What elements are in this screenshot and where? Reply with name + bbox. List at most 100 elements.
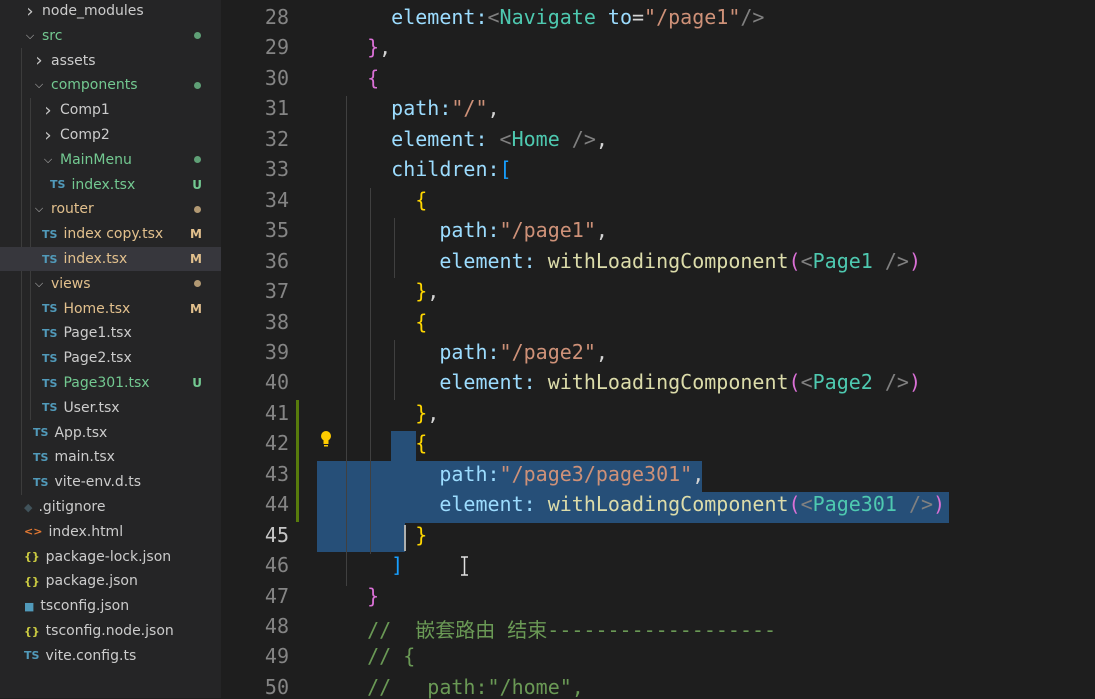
- file-item[interactable]: {} tsconfig.node.json: [0, 619, 221, 643]
- git-change-dot: [194, 205, 201, 213]
- chevron-down-icon[interactable]: ⌵: [23, 29, 37, 43]
- line-number: 36: [264, 248, 289, 273]
- chevron-down-icon[interactable]: ⌵: [32, 202, 46, 216]
- code-line[interactable]: },: [343, 401, 439, 425]
- code-token: <: [800, 370, 813, 395]
- chevron-right-icon[interactable]: ›: [41, 125, 55, 146]
- code-line[interactable]: // {: [343, 644, 415, 668]
- code-line[interactable]: // 嵌套路由 结束-------------------: [343, 614, 776, 643]
- file-item[interactable]: <> index.html: [0, 520, 221, 544]
- code-line[interactable]: element: withLoadingComponent(<Page1 />): [343, 249, 921, 273]
- folder-item[interactable]: › Comp1: [0, 98, 221, 122]
- ts-file-icon: TS: [42, 401, 58, 415]
- code-line[interactable]: }: [343, 523, 427, 547]
- code-token: element:: [343, 5, 488, 29]
- code-line[interactable]: path:"/page2",: [343, 340, 608, 364]
- ts-file-icon: TS: [42, 252, 58, 266]
- tree-item-label: App.tsx: [54, 424, 108, 441]
- code-token: <: [800, 248, 813, 273]
- code-line[interactable]: }: [343, 584, 379, 608]
- line-number: 34: [264, 187, 289, 212]
- code-line[interactable]: {: [343, 188, 427, 212]
- code-line[interactable]: },: [343, 279, 439, 303]
- file-item[interactable]: TS Page1.tsx: [0, 321, 221, 345]
- chevron-right-icon[interactable]: ›: [32, 50, 46, 71]
- file-item[interactable]: TS index.tsx U: [0, 173, 221, 197]
- code-line[interactable]: element: withLoadingComponent(<Page301 /…: [343, 492, 945, 516]
- code-line[interactable]: element: withLoadingComponent(<Page2 />): [343, 370, 921, 394]
- code-line[interactable]: element:<Navigate to="/page1"/>: [343, 5, 764, 29]
- tree-item-label: vite.config.ts: [45, 647, 137, 664]
- line-number: 48: [264, 614, 289, 638]
- chevron-down-icon[interactable]: ⌵: [32, 78, 46, 92]
- code-token: ,: [379, 35, 392, 60]
- file-item[interactable]: TS User.tsx: [0, 396, 221, 420]
- tree-item-label: .gitignore: [38, 499, 106, 515]
- folder-item[interactable]: ⌵ views: [0, 272, 221, 296]
- file-item[interactable]: {} package-lock.json: [0, 545, 221, 569]
- chevron-right-icon[interactable]: ›: [23, 1, 37, 22]
- code-token: />: [740, 5, 765, 29]
- ts-file-icon: TS: [42, 376, 58, 390]
- folder-item[interactable]: ⌵ components: [0, 73, 221, 97]
- file-item[interactable]: TS App.tsx: [0, 421, 221, 445]
- code-line[interactable]: {: [343, 310, 427, 334]
- code-token: // path:"/home",: [343, 674, 584, 699]
- file-item[interactable]: TS index copy.tsx M: [0, 222, 221, 246]
- ts-file-icon: TS: [42, 351, 58, 365]
- code-token: path:: [343, 218, 500, 243]
- code-editor[interactable]: 28 element:<Navigate to="/page1"/> 29 }, 3…: [239, 0, 1095, 699]
- folder-item[interactable]: › node_modules: [0, 0, 221, 23]
- file-item[interactable]: TS Page2.tsx: [0, 346, 221, 370]
- line-number: 45: [264, 522, 289, 547]
- line-number: 41: [264, 400, 289, 425]
- chevron-down-icon[interactable]: ⌵: [41, 153, 55, 167]
- tree-item-label: package.json: [45, 573, 138, 590]
- code-line[interactable]: path:"/page1",: [343, 218, 608, 242]
- file-item[interactable]: ◆ .gitignore: [0, 495, 221, 519]
- tree-item-label: vite-env.d.ts: [54, 474, 142, 491]
- file-item[interactable]: TS Home.tsx M: [0, 297, 221, 321]
- code-token: element:: [343, 492, 548, 517]
- code-token: [: [499, 157, 512, 182]
- code-line[interactable]: element: <Home />,: [343, 127, 608, 151]
- code-line[interactable]: children:[: [343, 157, 512, 182]
- code-token: (: [788, 492, 801, 517]
- file-item[interactable]: ■ tsconfig.json: [0, 594, 221, 618]
- sidebar-editor-gap: [221, 0, 239, 698]
- tree-item-label: Comp1: [60, 102, 110, 119]
- chevron-right-icon[interactable]: ›: [41, 100, 55, 121]
- file-item[interactable]: {} package.json: [0, 569, 221, 593]
- folder-item[interactable]: › Comp2: [0, 123, 221, 147]
- file-item[interactable]: TS index.tsx M: [0, 247, 221, 271]
- file-item[interactable]: TS vite-env.d.ts: [0, 470, 221, 494]
- folder-item[interactable]: ⌵ MainMenu: [0, 148, 221, 172]
- code-token: Page1: [812, 248, 873, 273]
- file-item[interactable]: TS main.tsx: [0, 445, 221, 469]
- file-item[interactable]: TS Page301.tsx U: [0, 371, 221, 395]
- code-line[interactable]: // path:"/home",: [343, 675, 584, 699]
- code-token: {: [343, 309, 428, 334]
- chevron-down-icon[interactable]: ⌵: [32, 277, 46, 291]
- code-line[interactable]: path:"/page3/page301",: [343, 462, 704, 486]
- ts-file-icon: TS: [42, 326, 58, 340]
- json-file-icon: {}: [24, 624, 40, 638]
- code-line[interactable]: ]: [343, 553, 403, 577]
- line-number: 43: [264, 461, 289, 486]
- folder-item[interactable]: ⌵ router: [0, 197, 221, 221]
- ts-file-icon: TS: [42, 302, 58, 316]
- code-line[interactable]: },: [343, 35, 391, 59]
- file-item[interactable]: TS vite.config.ts: [0, 644, 221, 668]
- code-token: ,: [595, 218, 608, 243]
- folder-item[interactable]: › assets: [0, 49, 221, 73]
- git-status-badge: M: [190, 252, 202, 266]
- code-token: ,: [595, 339, 608, 364]
- code-line[interactable]: {: [343, 66, 379, 90]
- lightbulb-icon[interactable]: [318, 430, 334, 448]
- line-number: 28: [264, 5, 289, 29]
- json-file-icon: {}: [24, 550, 40, 564]
- code-line[interactable]: path:"/",: [343, 96, 499, 120]
- code-line[interactable]: {: [343, 431, 427, 455]
- folder-item[interactable]: ⌵ src: [0, 24, 221, 48]
- code-token: <: [487, 5, 500, 29]
